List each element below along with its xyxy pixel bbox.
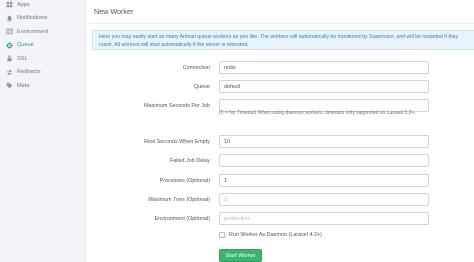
rest-seconds-input[interactable]: 10 (219, 135, 429, 148)
max-tries-row: Maximum Tries (Optional) 3 (86, 193, 474, 206)
max-seconds-label: Maximum Seconds Per Job (144, 102, 210, 109)
connection-input[interactable]: redis (219, 61, 429, 74)
failed-delay-label: Failed Job Delay (169, 157, 210, 164)
max-tries-input[interactable]: 3 (219, 193, 429, 206)
environment-icon (5, 28, 13, 36)
redirects-icon (5, 68, 13, 76)
queue-icon (5, 41, 13, 49)
failed-delay-row: Failed Job Delay (86, 154, 474, 167)
queue-input[interactable]: default (219, 80, 429, 93)
sidebar-item-queue[interactable]: Queue (0, 39, 80, 53)
apps-icon (5, 1, 13, 9)
max-seconds-help: (0 = No Timeout) When using daemon worke… (219, 110, 416, 116)
rest-seconds-label: Rest Seconds When Empty (144, 138, 210, 145)
info-alert: Here you may easily start as many Artisa… (92, 30, 474, 50)
sidebar-item-meta[interactable]: Meta (0, 79, 80, 93)
sidebar-item-label: SSL (17, 55, 28, 62)
daemon-checkbox-row[interactable]: Run Worker As Daemon (Laravel 4.2+) (219, 232, 322, 238)
sidebar-item-redirects[interactable]: Redirects (0, 66, 80, 80)
sidebar: Apps Notifications Environment Queue SSL… (0, 0, 80, 262)
processes-input[interactable]: 1 (219, 174, 429, 187)
queue-row: Queue default (86, 80, 474, 93)
sidebar-item-label: Redirects (17, 69, 41, 76)
rest-seconds-row: Rest Seconds When Empty 10 (86, 135, 474, 148)
processes-row: Processes (Optional) 1 (86, 174, 474, 187)
environment-label: Environment (Optional) (154, 215, 210, 222)
connection-label: Connection (182, 64, 210, 71)
daemon-checkbox[interactable] (219, 232, 225, 238)
sidebar-item-environment[interactable]: Environment (0, 25, 80, 39)
connection-row: Connection redis (86, 61, 474, 74)
start-worker-button[interactable]: Start Worker (219, 249, 262, 262)
lock-icon (5, 55, 13, 63)
new-worker-panel: New Worker Here you may easily start as … (85, 0, 474, 262)
queue-label: Queue (193, 83, 210, 90)
sidebar-item-apps[interactable]: Apps (0, 0, 80, 12)
sidebar-item-label: Environment (17, 28, 49, 35)
sidebar-item-label: Notifications (17, 15, 48, 22)
sidebar-item-ssl[interactable]: SSL (0, 52, 80, 66)
environment-row: Environment (Optional) production (86, 212, 474, 225)
processes-label: Processes (Optional) (159, 177, 210, 184)
tag-icon (5, 82, 13, 90)
sidebar-item-label: Apps (17, 1, 30, 8)
sidebar-item-label: Meta (17, 82, 30, 89)
sidebar-item-label: Queue (17, 42, 34, 49)
panel-title: New Worker (86, 0, 474, 24)
daemon-checkbox-label: Run Worker As Daemon (Laravel 4.2+) (229, 232, 322, 238)
notifications-icon (5, 14, 13, 22)
environment-input[interactable]: production (219, 212, 429, 225)
max-tries-label: Maximum Tries (Optional) (148, 196, 210, 203)
sidebar-item-notifications[interactable]: Notifications (0, 12, 80, 26)
failed-delay-input[interactable] (219, 154, 429, 167)
